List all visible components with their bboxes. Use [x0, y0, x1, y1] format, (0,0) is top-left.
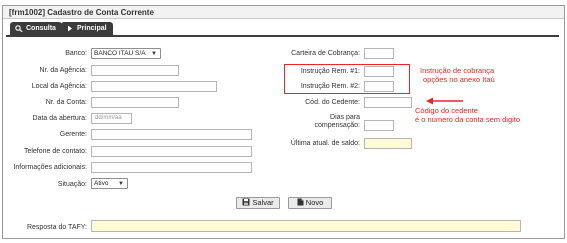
agencia-label: Nr. da Agência:: [39, 67, 87, 74]
telefone-label: Telefone de contato:: [23, 148, 87, 155]
dias-input[interactable]: [364, 120, 394, 131]
carteira-label: Carteira de Cobrança:: [291, 50, 360, 57]
arrow-left-icon: [426, 97, 463, 105]
cedente-note-line2: é o numero da conta sem digito: [415, 115, 521, 124]
tafy-label: Resposta do TAFY:: [26, 224, 87, 231]
tafy-response-field: [91, 220, 521, 232]
new-button[interactable]: Novo: [288, 197, 332, 209]
tab-principal-label: Principal: [77, 25, 107, 32]
instrucao2-label: Instrução Rem. #2:: [300, 83, 360, 90]
situacao-select-value: Ativo: [94, 180, 109, 187]
banco-select-value: BANCO ITAU S/A: [94, 50, 146, 57]
gerente-label: Gerente:: [59, 131, 87, 138]
abertura-placeholder: dd/mm/aa: [95, 115, 122, 121]
ultima-label: Última atual. de saldo:: [290, 140, 360, 147]
agencia-input[interactable]: [91, 65, 179, 76]
new-document-icon: [297, 198, 304, 206]
conta-label: Nr. da Conta:: [45, 99, 87, 106]
play-icon: [68, 25, 72, 32]
abertura-input[interactable]: dd/mm/aa: [91, 113, 132, 124]
info-label: Informações adicionais:: [13, 164, 87, 171]
search-icon: [15, 25, 23, 32]
banco-select[interactable]: BANCO ITAU S/A ▼: [91, 48, 161, 59]
situacao-select[interactable]: Ativo ▼: [91, 178, 128, 189]
instrucao1-input[interactable]: [364, 66, 394, 77]
conta-input[interactable]: [91, 97, 179, 108]
save-button[interactable]: Salvar: [236, 197, 280, 209]
cedente-input[interactable]: [364, 97, 412, 108]
situacao-label: Situação:: [57, 181, 87, 188]
chevron-down-icon: ▼: [151, 51, 157, 57]
gerente-input[interactable]: [91, 129, 252, 140]
cedente-label: Cód. do Cedente:: [305, 99, 360, 106]
dias-label-1: Dias para: [330, 114, 360, 121]
save-button-label: Salvar: [252, 198, 274, 207]
telefone-input[interactable]: [91, 146, 252, 157]
new-button-label: Novo: [305, 198, 324, 207]
local-agencia-label: Local da Agência:: [31, 83, 87, 90]
instrucao-note-line2: opções no anexo Itaú: [423, 75, 495, 84]
instrucao2-input[interactable]: [364, 81, 394, 92]
tab-consulta[interactable]: Consulta: [10, 22, 62, 35]
abertura-label: Data da abertura:: [32, 115, 87, 122]
carteira-input[interactable]: [364, 48, 394, 59]
instrucao1-label: Instrução Rem. #1:: [300, 68, 360, 75]
chevron-down-icon: ▼: [118, 181, 124, 187]
tab-underline: [6, 35, 559, 37]
window-title: [frm1002] Cadastro de Conta Corrente: [9, 8, 154, 17]
ultima-input: [364, 138, 412, 149]
banco-label: Banco:: [65, 50, 87, 57]
floppy-disk-icon: [242, 198, 250, 206]
info-input[interactable]: [91, 162, 252, 173]
dias-label-2: compensação:: [314, 122, 360, 129]
tab-consulta-label: Consulta: [26, 25, 56, 32]
tab-principal[interactable]: Principal: [61, 22, 113, 35]
local-agencia-input[interactable]: [91, 81, 217, 92]
